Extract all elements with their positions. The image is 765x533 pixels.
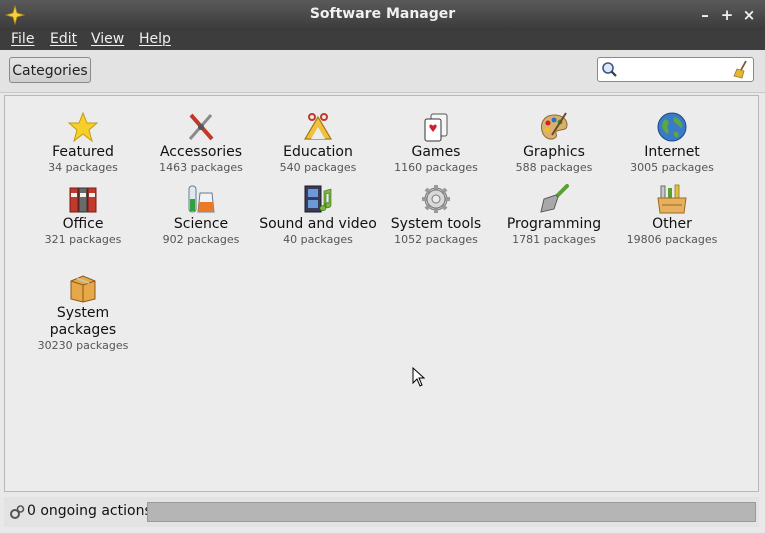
package-count: 1463 packages [159,161,243,174]
category-programming[interactable]: Programming 1781 packages [495,183,613,247]
title-bar[interactable]: Software Manager – + × [0,0,765,31]
menu-bar: File Edit View Help [0,30,765,50]
category-internet[interactable]: Internet 3005 packages [613,111,731,175]
flask-icon [188,185,215,213]
close-button[interactable]: × [739,4,759,26]
palette-icon [541,112,568,140]
package-count: 1052 packages [394,233,478,246]
category-other[interactable]: Other 19806 packages [613,183,731,247]
clear-broom-icon[interactable] [733,60,750,79]
category-education[interactable]: Education 540 packages [259,111,377,175]
category-featured[interactable]: Featured 34 packages [24,111,142,175]
menu-help[interactable]: Help [139,31,171,47]
category-name: Programming [506,216,602,232]
search-input[interactable] [620,60,734,80]
category-accessories[interactable]: Accessories 1463 packages [142,111,260,175]
package-count: 40 packages [283,233,353,246]
mouse-cursor-icon [412,367,426,387]
category-name: Sound and video [259,216,377,232]
menu-edit[interactable]: Edit [50,31,77,47]
package-icon [70,275,96,303]
ongoing-actions-label: 0 ongoing actions [27,503,152,519]
progress-bar [147,502,756,522]
menu-file[interactable]: File [11,31,34,47]
package-count: 30230 packages [37,339,129,352]
window-title: Software Manager [309,6,456,22]
star-icon [67,111,99,143]
package-count: 34 packages [48,161,118,174]
category-office[interactable]: Office 321 packages [24,183,142,247]
category-games[interactable]: Games 1160 packages [377,111,495,175]
category-name: Internet [644,144,700,160]
category-name: Other [652,216,692,232]
package-count: 1160 packages [394,161,478,174]
category-sound-and-video[interactable]: Sound and video 40 packages [259,183,377,247]
menu-view[interactable]: View [91,31,124,47]
category-name: Games [411,144,461,160]
category-name: Office [62,216,104,232]
category-name: System packages [49,305,117,338]
package-count: 19806 packages [626,233,718,246]
gear-icon [422,185,450,213]
package-count: 321 packages [44,233,122,246]
category-science[interactable]: Science 902 packages [142,183,260,247]
package-count: 540 packages [279,161,357,174]
categories-grid: Featured 34 packages Accessories 1463 pa… [4,95,759,492]
category-name: Science [173,216,229,232]
maximize-button[interactable]: + [717,4,737,26]
category-name: Graphics [523,144,585,160]
binders-icon [69,187,97,213]
search-icon [602,62,617,77]
film-music-icon [304,185,332,213]
category-name: Accessories [159,144,243,160]
minimize-button[interactable]: – [695,4,715,26]
categories-button[interactable]: Categories [9,57,91,83]
package-count: 588 packages [515,161,593,174]
globe-icon [657,112,687,142]
package-count: 1781 packages [512,233,596,246]
software-manager-window: Software Manager – + × File Edit View He… [0,0,765,533]
gears-icon [10,505,25,519]
education-icon [303,113,333,140]
category-name: Education [283,144,353,160]
toolbar: Categories [0,50,765,93]
tools-icon [188,113,214,141]
category-graphics[interactable]: Graphics 588 packages [495,111,613,175]
category-name: Featured [52,144,114,160]
status-bar: 0 ongoing actions [4,497,759,527]
cards-icon [424,113,448,142]
trowel-icon [540,184,569,213]
package-count: 902 packages [162,233,240,246]
search-box[interactable] [597,57,754,82]
category-name: System tools [390,216,482,232]
box-tools-icon [657,184,687,214]
package-count: 3005 packages [630,161,714,174]
category-system-packages[interactable]: System packages 30230 packages [24,272,142,353]
category-system-tools[interactable]: System tools 1052 packages [377,183,495,247]
